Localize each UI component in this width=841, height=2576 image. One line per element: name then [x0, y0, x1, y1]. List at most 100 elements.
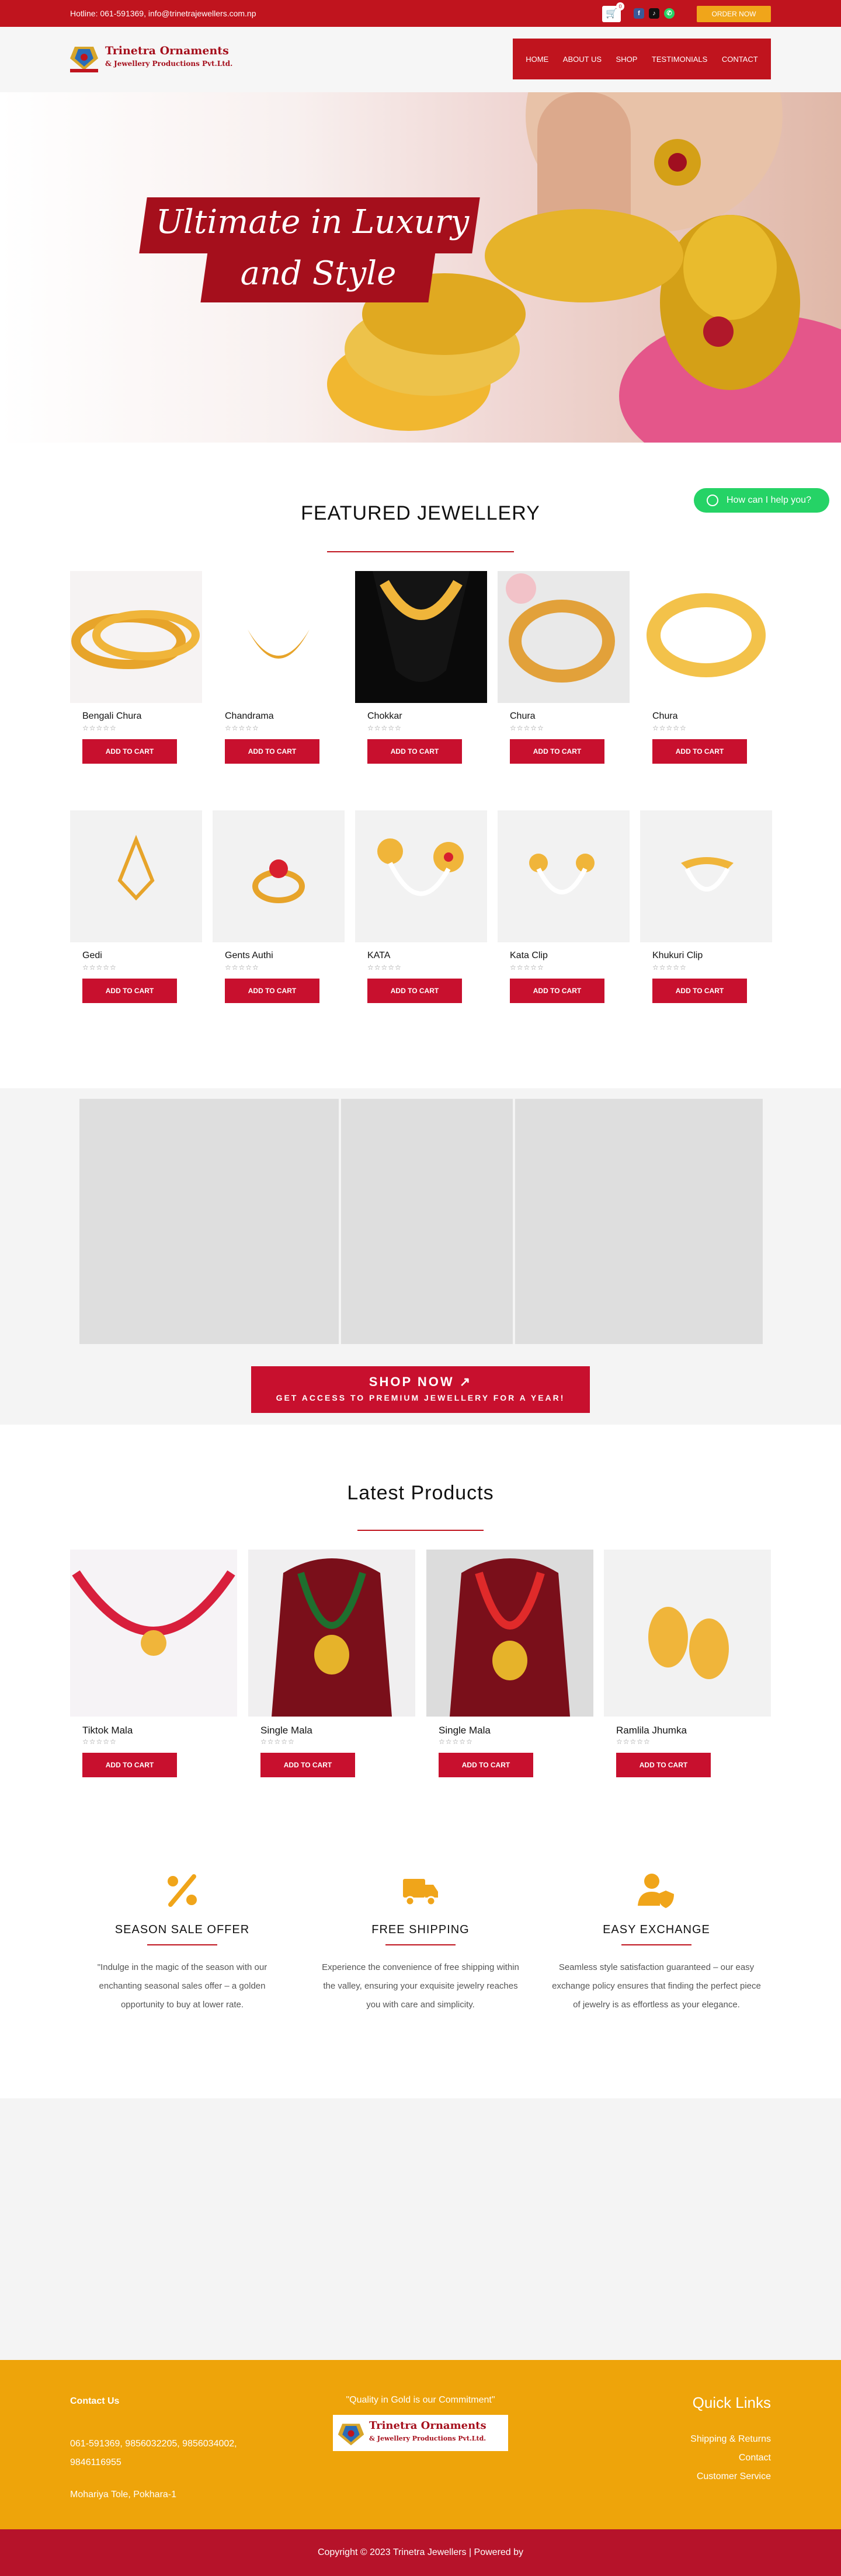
- shop-now-title: SHOP NOW: [369, 1374, 454, 1389]
- nav-item-contact[interactable]: CONTACT: [722, 55, 758, 64]
- add-to-cart-button[interactable]: ADD TO CART: [82, 1753, 177, 1777]
- product-image[interactable]: [248, 1550, 415, 1717]
- shop-now-button[interactable]: SHOP NOW ↗ GET ACCESS TO PREMIUM JEWELLE…: [251, 1366, 590, 1413]
- add-to-cart-button[interactable]: ADD TO CART: [260, 1753, 355, 1777]
- product-card[interactable]: Single Mala ☆☆☆☆☆ ADD TO CART: [248, 1550, 415, 1777]
- feature-text: Seamless style satisfaction guaranteed –…: [552, 1962, 761, 2010]
- product-card[interactable]: Chura ☆☆☆☆☆ ADD TO CART: [498, 571, 630, 764]
- product-image[interactable]: [426, 1550, 593, 1717]
- product-card[interactable]: Bengali Chura ☆☆☆☆☆ ADD TO CART: [70, 571, 202, 764]
- product-rating: ☆☆☆☆☆: [82, 724, 117, 732]
- product-card[interactable]: Single Mala ☆☆☆☆☆ ADD TO CART: [426, 1550, 593, 1777]
- product-image[interactable]: [498, 571, 630, 703]
- add-to-cart-button[interactable]: ADD TO CART: [82, 979, 177, 1003]
- nav-item-shop[interactable]: SHOP: [616, 55, 638, 64]
- whatsapp-icon[interactable]: ✆: [664, 8, 675, 19]
- external-link-icon: ↗: [459, 1374, 472, 1389]
- add-to-cart-button[interactable]: ADD TO CART: [652, 739, 747, 764]
- add-to-cart-button[interactable]: ADD TO CART: [439, 1753, 533, 1777]
- logo-line-2: & Jewellery Productions Pvt.Ltd.: [105, 60, 233, 68]
- add-to-cart-button[interactable]: ADD TO CART: [367, 979, 462, 1003]
- footer-link-contact[interactable]: Contact: [690, 2449, 771, 2467]
- cart-count-badge: 0: [616, 2, 624, 11]
- product-card[interactable]: Gedi ☆☆☆☆☆ ADD TO CART: [70, 810, 202, 1003]
- add-to-cart-button[interactable]: ADD TO CART: [510, 739, 604, 764]
- whatsapp-label: How can I help you?: [727, 495, 811, 505]
- product-rating: ☆☆☆☆☆: [367, 724, 402, 732]
- product-name[interactable]: Gents Authi: [225, 951, 273, 961]
- shop-now-subtitle: GET ACCESS TO PREMIUM JEWELLERY FOR A YE…: [276, 1393, 565, 1402]
- order-now-button[interactable]: ORDER NOW: [697, 6, 771, 22]
- product-name[interactable]: Ramlila Jhumka: [616, 1725, 687, 1736]
- product-image[interactable]: [70, 810, 202, 942]
- product-card[interactable]: Chura ☆☆☆☆☆ ADD TO CART: [640, 571, 772, 764]
- product-image[interactable]: [498, 810, 630, 942]
- add-to-cart-button[interactable]: ADD TO CART: [510, 979, 604, 1003]
- footer-quick-links-heading: Quick Links: [692, 2394, 771, 2411]
- add-to-cart-button[interactable]: ADD TO CART: [652, 979, 747, 1003]
- product-image[interactable]: [213, 810, 345, 942]
- product-rating: ☆☆☆☆☆: [225, 724, 259, 732]
- product-name[interactable]: KATA: [367, 951, 390, 961]
- footer-link-customer-service[interactable]: Customer Service: [690, 2467, 771, 2486]
- product-image[interactable]: [355, 810, 487, 942]
- cart-button[interactable]: 🛒 0: [602, 2, 624, 22]
- add-to-cart-button[interactable]: ADD TO CART: [616, 1753, 711, 1777]
- gallery-image: [79, 1099, 339, 1344]
- product-image[interactable]: [70, 1550, 237, 1717]
- footer-logo[interactable]: Trinetra Ornaments & Jewellery Productio…: [333, 2415, 508, 2451]
- copyright-bar: Copyright © 2023 Trinetra Jewellers | Po…: [0, 2529, 841, 2576]
- product-name[interactable]: Khukuri Clip: [652, 951, 703, 961]
- product-card[interactable]: Chokkar ☆☆☆☆☆ ADD TO CART: [355, 571, 487, 764]
- footer-contact-heading: Contact Us: [70, 2396, 120, 2406]
- gallery-image: [341, 1099, 513, 1344]
- featured-divider: [327, 551, 514, 552]
- product-card[interactable]: KATA ☆☆☆☆☆ ADD TO CART: [355, 810, 487, 1003]
- add-to-cart-button[interactable]: ADD TO CART: [82, 739, 177, 764]
- facebook-icon[interactable]: f: [634, 8, 644, 19]
- nav-item-testimonials[interactable]: TESTIMONIALS: [652, 55, 707, 64]
- product-card[interactable]: Tiktok Mala ☆☆☆☆☆ ADD TO CART: [70, 1550, 237, 1777]
- logo-line-1: Trinetra Ornaments: [105, 44, 229, 57]
- feature-text: "Indulge in the magic of the season with…: [97, 1962, 267, 2010]
- nav-item-home[interactable]: HOME: [526, 55, 548, 64]
- product-name[interactable]: Bengali Chura: [82, 711, 141, 722]
- product-image[interactable]: [355, 571, 487, 703]
- add-to-cart-button[interactable]: ADD TO CART: [225, 739, 319, 764]
- product-card[interactable]: Khukuri Clip ☆☆☆☆☆ ADD TO CART: [640, 810, 772, 1003]
- product-name[interactable]: Kata Clip: [510, 951, 548, 961]
- product-name[interactable]: Tiktok Mala: [82, 1725, 133, 1736]
- logo-emblem-icon: [338, 2424, 364, 2446]
- gallery-image: [515, 1099, 763, 1344]
- product-rating: ☆☆☆☆☆: [510, 724, 544, 732]
- hero-headline-2: and Style: [240, 255, 397, 293]
- tiktok-icon[interactable]: ♪: [649, 8, 659, 19]
- product-image[interactable]: [70, 571, 202, 703]
- product-name[interactable]: Gedi: [82, 951, 102, 961]
- product-image[interactable]: [604, 1550, 771, 1717]
- site-logo[interactable]: Trinetra Ornaments & Jewellery Productio…: [70, 41, 245, 77]
- product-card[interactable]: Gents Authi ☆☆☆☆☆ ADD TO CART: [213, 810, 345, 1003]
- product-card[interactable]: Ramlila Jhumka ☆☆☆☆☆ ADD TO CART: [604, 1550, 771, 1777]
- product-rating: ☆☆☆☆☆: [260, 1738, 295, 1746]
- product-name[interactable]: Chura: [652, 711, 678, 722]
- product-image[interactable]: [640, 810, 772, 942]
- product-name[interactable]: Chandrama: [225, 711, 274, 722]
- product-name[interactable]: Single Mala: [439, 1725, 491, 1736]
- whatsapp-chat-button[interactable]: How can I help you?: [694, 488, 829, 513]
- nav-item-about-us[interactable]: ABOUT US: [563, 55, 602, 64]
- product-rating: ☆☆☆☆☆: [652, 724, 687, 732]
- product-card[interactable]: Kata Clip ☆☆☆☆☆ ADD TO CART: [498, 810, 630, 1003]
- footer-logo-line-1: Trinetra Ornaments: [369, 2420, 486, 2432]
- product-card[interactable]: Chandrama ☆☆☆☆☆ ADD TO CART: [213, 571, 345, 764]
- footer-quick-links: Shipping & Returns Contact Customer Serv…: [690, 2430, 771, 2486]
- product-name[interactable]: Chokkar: [367, 711, 402, 722]
- add-to-cart-button[interactable]: ADD TO CART: [367, 739, 462, 764]
- product-image[interactable]: [640, 571, 772, 703]
- product-name[interactable]: Chura: [510, 711, 536, 722]
- hero-headline-1: Ultimate in Luxury: [155, 203, 470, 241]
- add-to-cart-button[interactable]: ADD TO CART: [225, 979, 319, 1003]
- product-name[interactable]: Single Mala: [260, 1725, 312, 1736]
- product-image[interactable]: [213, 571, 345, 703]
- footer-link-shipping[interactable]: Shipping & Returns: [690, 2430, 771, 2449]
